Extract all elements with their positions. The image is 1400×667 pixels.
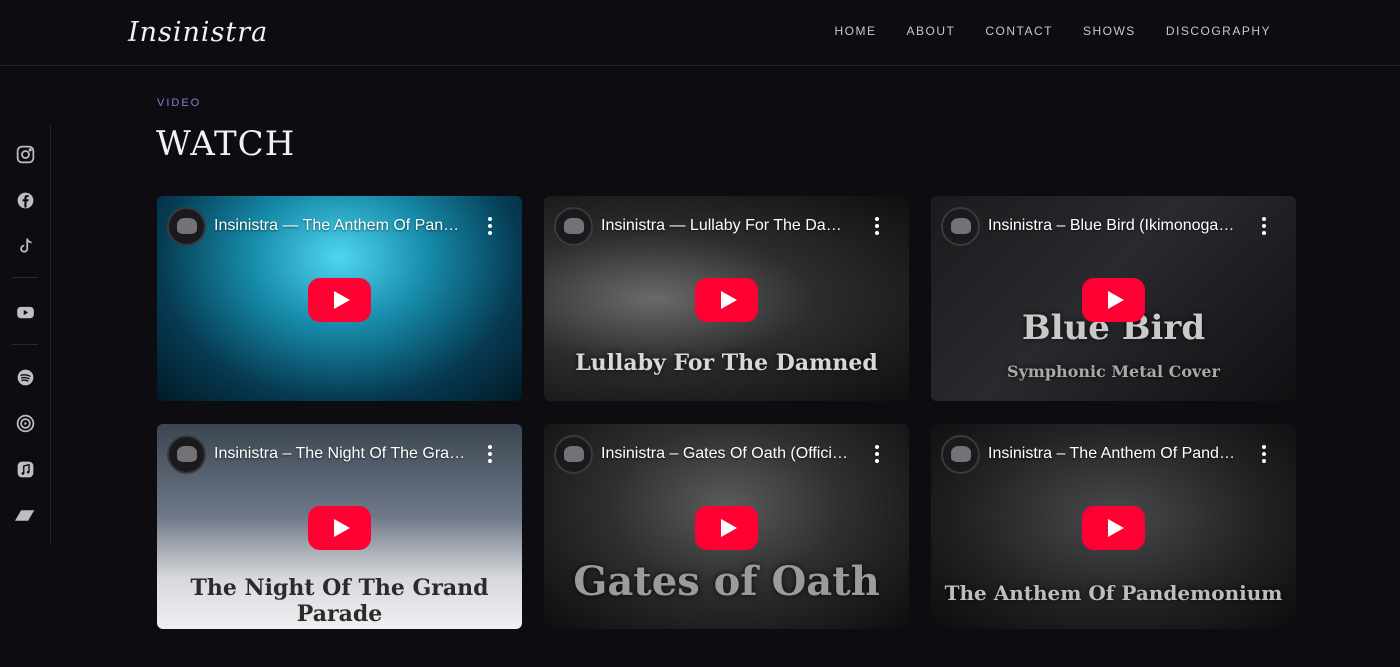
play-button[interactable] — [308, 278, 371, 322]
video-header: Insinistra – Blue Bird (Ikimonogakari) — [941, 206, 1286, 246]
section-kicker: VIDEO — [157, 97, 202, 109]
play-button[interactable] — [695, 506, 758, 550]
more-options-icon[interactable] — [875, 445, 879, 463]
video-title[interactable]: Insinistra – The Anthem Of Pandemonium — [988, 445, 1240, 463]
channel-avatar[interactable] — [941, 434, 980, 474]
spotify-icon[interactable] — [14, 366, 36, 388]
channel-avatar[interactable] — [554, 206, 593, 246]
thumbnail-caption: The Anthem Of Pandemonium — [944, 581, 1283, 605]
video-title[interactable]: Insinistra – The Night Of The Grand Para… — [214, 445, 466, 463]
apple-music-icon[interactable] — [14, 458, 36, 480]
channel-avatar[interactable] — [941, 206, 980, 246]
video-grid: Insinistra — The Anthem Of Pandemonium L… — [157, 196, 1296, 629]
nav-about[interactable]: ABOUT — [907, 24, 956, 38]
main-nav: HOME ABOUT CONTACT SHOWS DISCOGRAPHY — [835, 24, 1271, 38]
social-divider — [12, 277, 38, 278]
video-card[interactable]: The Night Of The Grand Parade Insinistra… — [157, 424, 522, 629]
video-header: Insinistra — Lullaby For The Damned — [554, 206, 899, 246]
more-options-icon[interactable] — [875, 217, 879, 235]
channel-avatar[interactable] — [167, 206, 206, 246]
video-card[interactable]: The Anthem Of Pandemonium Insinistra – T… — [931, 424, 1296, 629]
tiktok-icon[interactable] — [14, 235, 36, 257]
site-header: Insinistra HOME ABOUT CONTACT SHOWS DISC… — [0, 0, 1400, 66]
video-card[interactable]: Blue Bird Symphonic Metal Cover Insinist… — [931, 196, 1296, 401]
nav-shows[interactable]: SHOWS — [1083, 24, 1136, 38]
thumbnail-subcaption: Symphonic Metal Cover — [1007, 362, 1220, 381]
thumbnail-caption: Lullaby For The Damned — [575, 350, 878, 376]
play-button[interactable] — [308, 506, 371, 550]
more-options-icon[interactable] — [1262, 445, 1266, 463]
video-card[interactable]: Lullaby For The Damned Insinistra — Lull… — [544, 196, 909, 401]
video-header: Insinistra – The Night Of The Grand Para… — [167, 434, 512, 474]
video-title[interactable]: Insinistra — Lullaby For The Damned — [601, 217, 853, 235]
play-button[interactable] — [695, 278, 758, 322]
page-title: WATCH — [156, 124, 296, 164]
nav-home[interactable]: HOME — [835, 24, 877, 38]
thumbnail-caption: Gates of Oath — [573, 558, 880, 605]
video-header: Insinistra – The Anthem Of Pandemonium — [941, 434, 1286, 474]
video-title[interactable]: Insinistra — The Anthem Of Pandemonium — [214, 217, 466, 235]
nav-contact[interactable]: CONTACT — [985, 24, 1053, 38]
nav-discography[interactable]: DISCOGRAPHY — [1166, 24, 1271, 38]
more-options-icon[interactable] — [1262, 217, 1266, 235]
channel-avatar[interactable] — [554, 434, 593, 474]
video-card[interactable]: Gates of Oath Insinistra – Gates Of Oath… — [544, 424, 909, 629]
more-options-icon[interactable] — [488, 217, 492, 235]
play-button[interactable] — [1082, 506, 1145, 550]
youtube-icon[interactable] — [14, 301, 36, 323]
social-rail — [0, 125, 51, 545]
youtube-music-icon[interactable] — [14, 412, 36, 434]
video-header: Insinistra — The Anthem Of Pandemonium — [167, 206, 512, 246]
facebook-icon[interactable] — [14, 189, 36, 211]
thumbnail-caption: The Night Of The Grand Parade — [190, 575, 489, 627]
social-divider — [12, 344, 38, 345]
more-options-icon[interactable] — [488, 445, 492, 463]
channel-avatar[interactable] — [167, 434, 206, 474]
video-header: Insinistra – Gates Of Oath (Official Vid… — [554, 434, 899, 474]
video-title[interactable]: Insinistra – Blue Bird (Ikimonogakari) — [988, 217, 1240, 235]
site-logo[interactable]: Insinistra — [128, 8, 268, 56]
bandcamp-icon[interactable] — [14, 504, 36, 526]
video-title[interactable]: Insinistra – Gates Of Oath (Official Vid… — [601, 445, 853, 463]
video-card[interactable]: Insinistra — The Anthem Of Pandemonium — [157, 196, 522, 401]
instagram-icon[interactable] — [14, 143, 36, 165]
play-button[interactable] — [1082, 278, 1145, 322]
